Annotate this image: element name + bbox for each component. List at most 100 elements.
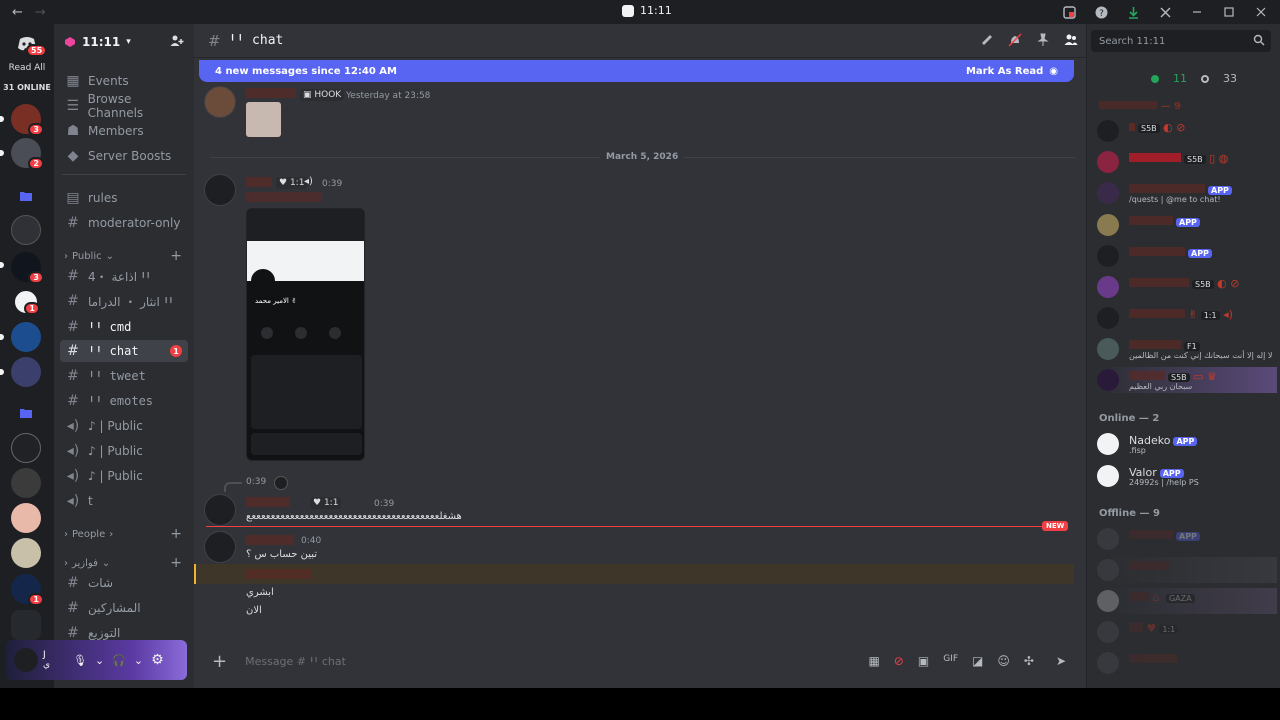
member-row[interactable]: ✌ 1:1 ◂) — [1097, 305, 1277, 331]
gift-icon[interactable]: ▣ — [918, 654, 929, 668]
server-icon[interactable] — [11, 503, 41, 533]
channel-arabic-0[interactable]: # شات — [60, 572, 188, 594]
add-channel-icon[interactable]: + — [170, 555, 182, 571]
channel-moderator-only[interactable]: # moderator-only — [60, 212, 188, 234]
close-icon[interactable] — [1252, 3, 1270, 21]
server-icon[interactable]: 3 — [11, 252, 44, 284]
member-row[interactable]: APP — [1097, 243, 1277, 269]
server-icon[interactable]: 1 — [11, 287, 41, 317]
send-icon[interactable]: ➤ — [1056, 654, 1066, 668]
member-row[interactable]: F1 لا إله إلا أنت سبحانك إني كنت من الظا… — [1097, 336, 1277, 362]
add-channel-icon[interactable]: + — [170, 248, 182, 264]
mark-as-read-button[interactable]: Mark As Read ◉ — [966, 66, 1058, 77]
voice-channel[interactable]: ◂) t — [60, 490, 188, 512]
inbox-icon[interactable] — [1060, 3, 1078, 21]
message-username-redacted[interactable] — [246, 497, 290, 507]
pin-icon[interactable] — [1036, 33, 1050, 50]
server-icon[interactable]: 1 — [11, 574, 44, 606]
add-attachment-icon[interactable]: + — [212, 651, 227, 672]
folder-icon[interactable] — [11, 181, 41, 211]
help-icon[interactable]: ? — [1092, 3, 1110, 21]
category-people[interactable]: › People › + — [60, 526, 188, 542]
guild-header[interactable]: 11:11 ▾ — [54, 24, 194, 60]
member-row[interactable] — [1097, 650, 1277, 676]
forward-arrow-icon[interactable]: → — [35, 5, 46, 20]
member-row[interactable]: ♥ 1:1 — [1097, 619, 1277, 645]
invite-people-icon[interactable] — [170, 34, 184, 48]
gif-icon[interactable]: GIF — [943, 654, 958, 668]
member-row[interactable]: APP — [1097, 212, 1277, 238]
voice-channel[interactable]: ◂) ♪ | Public — [60, 440, 188, 462]
message-username-redacted[interactable] — [246, 535, 294, 545]
download-icon[interactable] — [1124, 3, 1142, 21]
no-mic-icon[interactable]: ⊘ — [894, 654, 904, 668]
maximize-icon[interactable] — [1220, 3, 1238, 21]
message-avatar[interactable] — [204, 494, 236, 526]
category-arabic[interactable]: › فوازير ⌄ + — [60, 555, 188, 571]
member-row[interactable]: S5B ◐ ⊘ — [1097, 274, 1277, 300]
settings-gear-icon[interactable]: ⚙ — [151, 652, 164, 668]
mute-bell-icon[interactable] — [1008, 33, 1022, 50]
category-public[interactable]: › Public ⌄ + — [60, 248, 188, 264]
channel-tweet[interactable]: # ꞋꞋ tweet — [60, 365, 188, 387]
back-arrow-icon[interactable]: ← — [12, 5, 23, 20]
member-row[interactable]: ⌂ GAZA — [1097, 588, 1277, 614]
server-icon[interactable]: 2 — [11, 138, 44, 170]
folder-icon[interactable] — [11, 398, 41, 428]
add-channel-icon[interactable]: + — [170, 526, 182, 542]
screenshot-attachment[interactable]: الامير محمد ✌ — [246, 208, 365, 461]
channel-emotes[interactable]: # ꞋꞋ emotes — [60, 390, 188, 412]
members-link[interactable]: ☗ Members — [60, 120, 188, 142]
server-icon[interactable] — [11, 357, 41, 387]
member-row[interactable]: S5B ▭ ♛ سبحان ربي العظيم — [1097, 367, 1277, 393]
server-icon[interactable] — [11, 322, 41, 352]
message-username-redacted[interactable] — [246, 88, 296, 98]
read-all-button[interactable]: Read All — [0, 63, 54, 73]
headphones-icon[interactable]: 🎧 — [112, 654, 126, 667]
member-row[interactable]: S5B ▯ ◍ — [1097, 149, 1277, 175]
voice-channel[interactable]: ◂) ♪ | Public — [60, 465, 188, 487]
server-icon[interactable]: 3 — [11, 104, 44, 136]
member-row[interactable] — [1097, 557, 1277, 583]
microphone-icon[interactable]: 🎙 — [73, 654, 87, 667]
channel-arabic-1[interactable]: # المشاركين — [60, 597, 188, 619]
apps-icon[interactable]: ✣ — [1024, 654, 1034, 668]
browse-channels-link[interactable]: ☰ Browse Channels — [60, 92, 188, 120]
server-boosts-link[interactable]: ◆ Server Boosts — [60, 145, 188, 167]
composer-placeholder[interactable]: Message # ꞋꞋ chat — [245, 655, 346, 668]
sticker-image[interactable] — [246, 102, 281, 137]
message-username-redacted[interactable] — [246, 177, 272, 187]
chevron-down-icon[interactable]: ⌄ — [134, 654, 143, 667]
server-icon[interactable] — [11, 468, 41, 498]
server-icon[interactable] — [11, 433, 41, 463]
channel-rules[interactable]: ▤ rules — [60, 187, 188, 209]
member-row[interactable]: APP /quests | @me to chat! — [1097, 180, 1277, 206]
calendar-icon[interactable]: ▦ — [868, 654, 879, 668]
voice-channel[interactable]: ◂) ♪ | Public — [60, 415, 188, 437]
server-icon[interactable] — [11, 538, 41, 568]
message-avatar[interactable] — [204, 86, 236, 118]
minimize-icon[interactable] — [1188, 3, 1206, 21]
message-avatar[interactable] — [204, 174, 236, 206]
chevron-down-icon[interactable]: ⌄ — [95, 654, 104, 667]
new-messages-banner[interactable]: 4 new messages since 12:40 AM Mark As Re… — [199, 60, 1074, 82]
user-avatar[interactable] — [14, 648, 38, 672]
channel-cmd[interactable]: # ꞋꞋ cmd — [60, 316, 188, 338]
message-avatar[interactable] — [204, 531, 236, 563]
member-row[interactable]: S5B ◐ ⊘ — [1097, 118, 1277, 144]
member-row[interactable]: APP — [1097, 526, 1277, 552]
channel-public-1[interactable]: # انثار ・ الدراما ꞋꞋ — [60, 290, 188, 312]
sticker-icon[interactable]: ◪ — [972, 654, 983, 668]
message-composer[interactable]: + Message # ꞋꞋ chat ▦ ⊘ ▣ GIF ◪ ☺ ✣ ➤ — [206, 648, 1076, 674]
threads-icon[interactable] — [980, 33, 994, 50]
emoji-icon[interactable]: ☺ — [997, 654, 1010, 668]
server-icon[interactable] — [11, 610, 41, 640]
search-input[interactable]: Search 11:11 — [1091, 30, 1271, 52]
member-row[interactable]: Nadeko APP .fisp — [1097, 431, 1277, 457]
channel-public-0[interactable]: # اذاعة ・4 ꞋꞋ — [60, 265, 188, 287]
extension-icon[interactable] — [1156, 3, 1174, 21]
member-row[interactable]: Valor APP 24992s | /help PS — [1097, 463, 1277, 489]
member-list-icon[interactable] — [1064, 33, 1078, 50]
events-link[interactable]: ▦ Events — [60, 70, 188, 92]
channel-chat[interactable]: # ꞋꞋ chat 1 — [60, 340, 188, 362]
